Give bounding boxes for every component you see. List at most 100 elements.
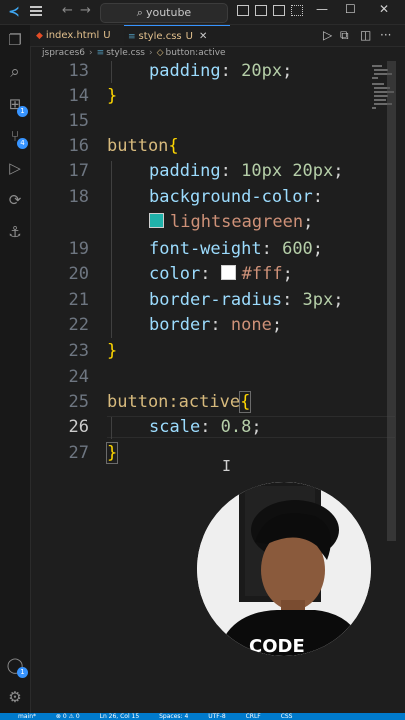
run-debug-icon[interactable]: ▷ <box>5 158 25 178</box>
arrow-left-icon[interactable]: ← <box>62 3 73 18</box>
code-line-27: } <box>105 442 119 464</box>
line-number: 17 <box>68 161 89 181</box>
line-number: 15 <box>68 111 89 131</box>
chevron-right-icon: › <box>148 48 153 58</box>
source-control-icon[interactable]: ⑂ 4 <box>5 126 28 149</box>
more-icon[interactable]: ··· <box>380 28 391 42</box>
css-value: lightseagreen <box>170 212 304 232</box>
css-property: background-color <box>149 187 313 207</box>
status-encoding[interactable]: UTF-8 <box>208 713 226 720</box>
line-number: 24 <box>68 367 89 387</box>
split-editor-icon[interactable]: ◫ <box>360 28 371 42</box>
code-line-23: } <box>107 341 118 361</box>
css-property: padding <box>149 161 221 181</box>
editor-tabs: ◆ index.html U ≡ style.css U ✕ ▷ ⧉ ◫ ··· <box>30 25 405 47</box>
status-language[interactable]: CSS <box>281 713 293 720</box>
status-cursor-position[interactable]: Ln 26, Col 15 <box>100 713 140 720</box>
activity-bar: ❐ ⌕ ⊞ 1 ⑂ 4 ▷ ⟳ ⚓ ◯ 1 ⚙ <box>0 25 31 713</box>
line-number: 20 <box>68 264 89 284</box>
search-icon: ⌕ <box>136 6 143 19</box>
breadcrumb: jspraces6 › ≡ style.css › ◇ button:active <box>30 46 405 61</box>
css-property: font-weight <box>149 239 262 259</box>
extensions-icon[interactable]: ⊞ 1 <box>5 94 28 117</box>
search-icon[interactable]: ⌕ <box>5 62 25 82</box>
line-number: 18 <box>68 187 89 207</box>
css-property: border-radius <box>149 290 283 310</box>
customize-layout-icon[interactable] <box>291 5 303 16</box>
css-value: 3px <box>302 290 334 310</box>
code-line-19: font-weight: 600; <box>149 239 324 259</box>
status-eol[interactable]: CRLF <box>246 713 261 720</box>
css-value: 0.8 <box>220 417 252 437</box>
close-tab-icon[interactable]: ✕ <box>199 31 207 42</box>
tab-label: index.html <box>45 30 100 41</box>
css-value: #fff <box>241 264 283 284</box>
line-number: 14 <box>68 86 89 106</box>
menu-icon[interactable] <box>28 3 44 19</box>
color-swatch-lightseagreen[interactable] <box>149 213 164 228</box>
line-number: 21 <box>68 290 89 310</box>
code-line-14: } <box>107 86 118 106</box>
tab-status: U <box>185 31 193 42</box>
text-cursor-icon: I <box>222 457 232 475</box>
account-icon[interactable]: ◯ 1 <box>5 655 28 678</box>
css-value: 10px 20px <box>241 161 334 181</box>
arrow-right-icon[interactable]: → <box>80 3 91 18</box>
css-value: none <box>230 315 272 335</box>
minimize-icon[interactable]: — <box>316 2 328 16</box>
color-swatch-white[interactable] <box>220 265 236 280</box>
status-indentation[interactable]: Spaces: 4 <box>159 713 188 720</box>
code-line-13: padding: 20px; <box>149 61 293 81</box>
breadcrumb-symbol[interactable]: button:active <box>166 48 226 58</box>
line-number: 19 <box>68 239 89 259</box>
css-icon: ≡ <box>128 32 136 42</box>
breadcrumb-folder[interactable]: jspraces6 <box>42 48 85 58</box>
css-property: color <box>149 264 201 284</box>
remote-icon[interactable]: ⟳ <box>5 190 25 210</box>
tab-label: style.css <box>138 31 182 42</box>
line-number: 27 <box>68 443 89 463</box>
css-selector: button:active <box>107 392 241 412</box>
line-number: 13 <box>68 61 89 81</box>
code-line-16: button{ <box>107 136 179 156</box>
explorer-icon[interactable]: ❐ <box>5 30 25 50</box>
account-badge: 1 <box>17 667 28 678</box>
line-number: 23 <box>68 341 89 361</box>
line-number: 25 <box>68 392 89 412</box>
run-icon[interactable]: ▷ <box>323 28 332 42</box>
code-line-18-wrap: lightseagreen; <box>149 212 313 232</box>
vscode-logo-icon: ≺ <box>8 4 20 20</box>
code-line-17: padding: 10px 20px; <box>149 161 344 181</box>
status-problems[interactable]: ⊗ 0 ⚠ 0 <box>56 713 80 720</box>
line-number-current: 26 <box>68 417 89 437</box>
breadcrumb-file[interactable]: style.css <box>106 48 145 58</box>
chevron-right-icon: › <box>89 48 93 58</box>
css-value: 600 <box>282 239 313 259</box>
close-icon[interactable]: ✕ <box>379 2 389 16</box>
code-line-22: border: none; <box>149 315 283 335</box>
line-number: 16 <box>68 136 89 156</box>
anchor-icon[interactable]: ⚓ <box>5 222 25 242</box>
compare-icon[interactable]: ⧉ <box>340 28 349 43</box>
status-bar: main* ⊗ 0 ⚠ 0 Ln 26, Col 15 Spaces: 4 UT… <box>0 713 405 720</box>
tab-style-css[interactable]: ≡ style.css U ✕ <box>124 25 230 46</box>
symbol-icon: ◇ <box>156 48 164 58</box>
tab-index-html[interactable]: ◆ index.html U <box>36 25 122 46</box>
title-bar: ≺ ← → ⌕ youtube — ☐ ✕ <box>0 0 405 25</box>
css-value: 20px <box>241 61 283 81</box>
settings-icon[interactable]: ⚙ <box>5 687 25 707</box>
maximize-icon[interactable]: ☐ <box>345 2 356 16</box>
status-branch[interactable]: main* <box>18 713 36 720</box>
css-property: border <box>149 315 211 335</box>
extensions-badge: 1 <box>17 106 28 117</box>
toggle-panel-icon[interactable] <box>255 5 267 16</box>
toggle-secondary-sidebar-icon[interactable] <box>273 5 285 16</box>
code-line-25: button:active{ <box>107 391 252 413</box>
webcam-overlay: CODE <box>197 482 371 656</box>
command-center-search[interactable]: ⌕ youtube <box>100 3 228 23</box>
vertical-scrollbar[interactable] <box>387 61 396 541</box>
css-property: padding <box>149 61 221 81</box>
source-control-badge: 4 <box>17 138 28 149</box>
toggle-primary-sidebar-icon[interactable] <box>237 5 249 16</box>
line-number: 22 <box>68 315 89 335</box>
